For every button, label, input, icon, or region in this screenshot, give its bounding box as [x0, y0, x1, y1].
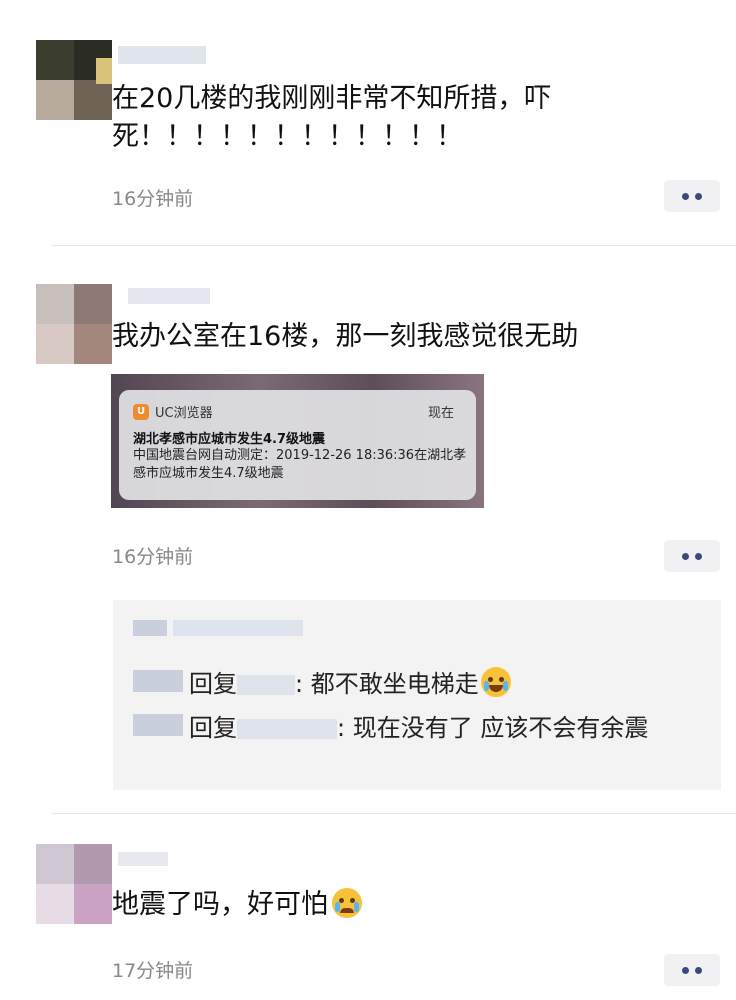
more-dots-icon-dot: [695, 552, 702, 560]
reply-target-redaction: [237, 719, 337, 739]
username-redaction: [128, 288, 210, 304]
username-redaction: [118, 46, 206, 64]
notification-screenshot[interactable]: U UC浏览器 现在 湖北孝感市应城市发生4.7级地震 中国地震台网自动测定：2…: [111, 374, 484, 508]
reply-header-redaction: [133, 620, 167, 636]
crying-emoji: [332, 888, 362, 918]
comment-text: 在20几楼的我刚刚非常不知所措，吓死！！！！！！！！！！！！: [112, 83, 552, 152]
avatar[interactable]: [36, 284, 112, 364]
more-options-button[interactable]: [664, 954, 720, 986]
avatar[interactable]: [36, 844, 112, 924]
reply-header-redaction: [173, 620, 303, 636]
tears-of-joy-emoji: [480, 667, 511, 697]
reply-author-redaction: [133, 714, 183, 736]
comment-time: 16分钟前: [112, 188, 194, 210]
app-name: UC浏览器: [155, 406, 213, 421]
notification-card: U UC浏览器 现在 湖北孝感市应城市发生4.7级地震 中国地震台网自动测定：2…: [119, 390, 476, 500]
reply-prefix: 回复: [189, 670, 237, 698]
comment-time: 17分钟前: [112, 960, 194, 982]
reply-text: : 都不敢坐电梯走: [295, 670, 479, 698]
comment-feed: 在20几楼的我刚刚非常不知所措，吓死！！！！！！！！！！！！ 16分钟前 我办公…: [0, 0, 736, 1000]
uc-browser-icon: U: [133, 403, 149, 420]
comment-text: 我办公室在16楼，那一刻我感觉很无助: [112, 321, 579, 352]
avatar[interactable]: [36, 40, 112, 120]
more-options-button[interactable]: [664, 540, 720, 572]
comment-1: 在20几楼的我刚刚非常不知所措，吓死！！！！！！！！！！！！ 16分钟前: [0, 0, 736, 245]
more-dots-icon-dot: [695, 966, 702, 974]
comment-text: 地震了吗，好可怕: [112, 886, 362, 924]
comment-text-content: 地震了吗，好可怕: [112, 889, 328, 920]
notification-app: U UC浏览器: [133, 402, 213, 421]
more-dots-icon: [682, 192, 689, 200]
more-dots-icon: [682, 552, 689, 560]
more-options-button[interactable]: [664, 180, 720, 212]
comment-time: 16分钟前: [112, 546, 194, 568]
reply-text: : 现在没有了 应该不会有余震: [337, 714, 649, 742]
reply-1[interactable]: 回复 : 都不敢坐电梯走: [189, 664, 511, 699]
notification-title: 湖北孝感市应城市发生4.7级地震: [133, 432, 326, 447]
notification-body: 中国地震台网自动测定：2019-12-26 18:36:36在湖北孝感市应城市发…: [133, 448, 467, 481]
reply-2[interactable]: 回复 : 现在没有了 应该不会有余震: [189, 708, 648, 743]
notification-time: 现在: [427, 406, 454, 421]
reply-prefix: 回复: [189, 714, 237, 742]
more-dots-icon-dot: [695, 192, 702, 200]
comment-3: [0, 814, 736, 1000]
username-redaction: [118, 852, 168, 866]
reply-thread: 回复 : 都不敢坐电梯走 回复 : 现在没有了 应该不会有余震: [113, 600, 721, 790]
reply-target-redaction: [237, 675, 295, 695]
reply-author-redaction: [133, 670, 183, 692]
more-dots-icon: [682, 966, 689, 974]
